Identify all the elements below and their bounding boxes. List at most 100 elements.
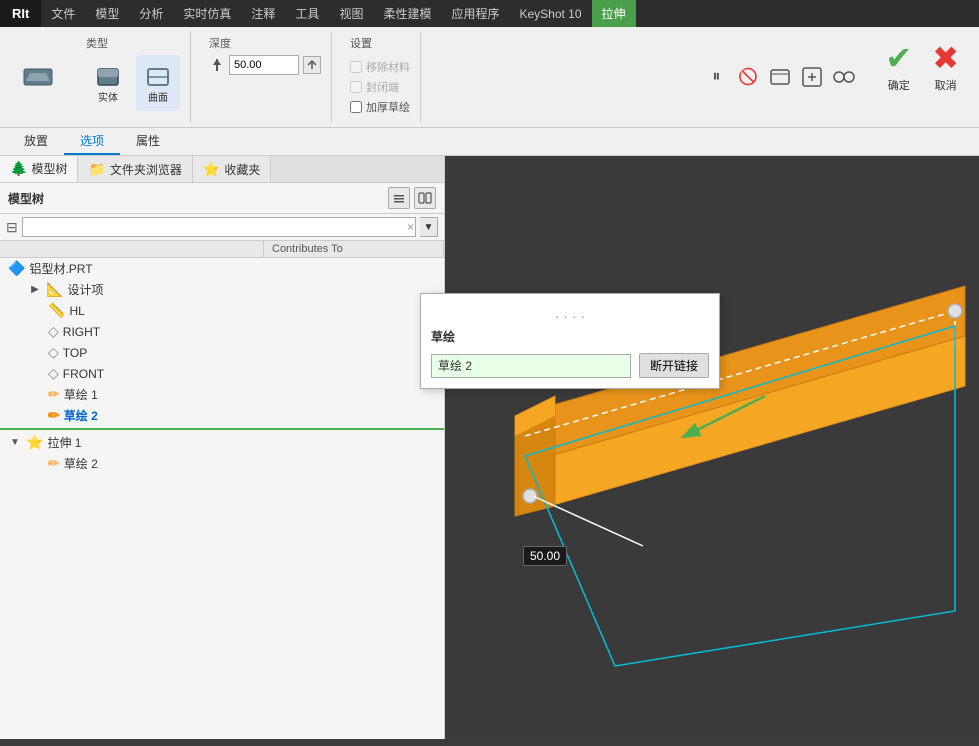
tree-item-top[interactable]: ◇ TOP: [0, 342, 444, 363]
glasses-button[interactable]: [831, 64, 857, 90]
depth-direction-icon: [209, 57, 225, 73]
thicken-sketch-label: 加厚草绘: [366, 99, 410, 115]
tree-item-sketch1[interactable]: ✏ 草绘 1: [0, 384, 444, 405]
main-tool-icon: [22, 61, 54, 93]
search-row: ⊟ × ▼: [0, 214, 444, 241]
type-label: 类型: [86, 35, 108, 51]
confirm-label: 确定: [888, 77, 910, 93]
menu-keyshot[interactable]: KeyShot 10: [509, 0, 591, 27]
remove-material-label: 移除材料: [366, 59, 410, 75]
menu-flexible[interactable]: 柔性建模: [373, 0, 441, 27]
sketch-panel-row: 断开链接: [431, 353, 709, 378]
stop-button[interactable]: 🚫: [735, 64, 761, 90]
menu-analysis[interactable]: 分析: [129, 0, 173, 27]
sketch1-icon: ✏: [48, 386, 60, 403]
design-expand[interactable]: ▶: [28, 283, 42, 297]
tab-options[interactable]: 选项: [64, 128, 120, 155]
tab-model-tree[interactable]: 🌲 模型树: [0, 156, 78, 182]
menu-annotation[interactable]: 注释: [241, 0, 285, 27]
close-ends-row: 封闭端: [350, 79, 410, 95]
tree-item-feature-sketch2[interactable]: ✏ 草绘 2: [0, 453, 444, 474]
pause-button[interactable]: ⏸: [703, 64, 729, 90]
cancel-label: 取消: [935, 77, 957, 93]
top-icon: ◇: [48, 344, 59, 361]
root-icon: 🔷: [8, 260, 25, 277]
root-label: 铝型材.PRT: [29, 260, 92, 277]
settings-group: 设置 移除材料 封闭端 加厚草绘: [340, 31, 421, 123]
depth-controls: [209, 55, 321, 75]
tree-body: 🔷 铝型材.PRT ▶ 📐 设计项 📏 HL ◇ RIGHT: [0, 258, 444, 739]
favorites-icon: ⭐: [203, 161, 220, 178]
thicken-sketch-row: 加厚草绘: [350, 99, 410, 115]
solid-label: 实体: [98, 93, 118, 105]
right-icon: ◇: [48, 323, 59, 340]
search-dropdown-button[interactable]: ▼: [420, 217, 438, 237]
search-input[interactable]: [22, 217, 416, 237]
confirm-row: ✔ 确定 ✖ 取消: [885, 39, 959, 93]
cancel-button[interactable]: ✖ 取消: [932, 39, 959, 93]
top-label: TOP: [63, 346, 87, 360]
dimension-label: 50.00: [523, 546, 567, 566]
sub-tabs: 放置 选项 属性: [0, 128, 979, 156]
disconnect-button[interactable]: 断开链接: [639, 353, 709, 378]
tab-properties[interactable]: 属性: [120, 128, 176, 155]
search-clear-button[interactable]: ×: [407, 220, 414, 234]
filter-icon[interactable]: ⊟: [6, 219, 18, 236]
feature-sketch2-label: 草绘 2: [64, 455, 98, 472]
tree-item-extrude1[interactable]: ▼ ⭐ 拉伸 1: [0, 432, 444, 453]
model-tree-tab-label: 模型树: [31, 160, 67, 177]
surface-button[interactable]: 曲面: [136, 55, 180, 111]
search-input-wrap: ×: [22, 217, 416, 237]
tab-placement[interactable]: 放置: [8, 128, 64, 155]
app-logo[interactable]: RIt: [0, 0, 41, 27]
main-area: 🌲 模型树 📁 文件夹浏览器 ⭐ 收藏夹 模型树: [0, 156, 979, 739]
tree-item-right[interactable]: ◇ RIGHT: [0, 321, 444, 342]
close-ends-checkbox[interactable]: [350, 81, 362, 93]
remove-material-checkbox[interactable]: [350, 61, 362, 73]
thicken-sketch-checkbox[interactable]: [350, 101, 362, 113]
front-icon: ◇: [48, 365, 59, 382]
menu-app[interactable]: 应用程序: [441, 0, 509, 27]
menu-simulation[interactable]: 实时仿真: [173, 0, 241, 27]
depth-input-row: [209, 55, 321, 75]
solid-icon: [92, 61, 124, 93]
depth-flip-button[interactable]: [303, 56, 321, 74]
tree-settings-button[interactable]: [388, 187, 410, 209]
tree-item-design[interactable]: ▶ 📐 设计项: [0, 279, 444, 300]
tree-name-column: [0, 241, 264, 257]
close-ends-label: 封闭端: [366, 79, 399, 95]
design-icon: 📐: [46, 281, 63, 298]
design-label: 设计项: [67, 281, 103, 298]
confirm-button[interactable]: ✔ 确定: [885, 39, 912, 93]
menu-file[interactable]: 文件: [41, 0, 85, 27]
extrude-label: 拉伸 1: [47, 434, 81, 451]
render-button[interactable]: [799, 64, 825, 90]
sketch-name-input[interactable]: [431, 354, 631, 378]
menu-tools[interactable]: 工具: [285, 0, 329, 27]
depth-input[interactable]: [229, 55, 299, 75]
main-tool-button[interactable]: [16, 49, 60, 105]
tab-file-browser[interactable]: 📁 文件夹浏览器: [78, 156, 192, 182]
left-panel: 🌲 模型树 📁 文件夹浏览器 ⭐ 收藏夹 模型树: [0, 156, 445, 739]
viewport[interactable]: 50.00: [445, 156, 979, 739]
hl-label: HL: [69, 304, 84, 318]
tab-favorites[interactable]: ⭐ 收藏夹: [193, 156, 271, 182]
menu-extrude[interactable]: 拉伸: [592, 0, 636, 27]
sketch-panel-title: 草绘: [431, 328, 709, 345]
model-tree-header: 模型树: [0, 183, 444, 214]
hl-icon: 📏: [48, 302, 65, 319]
tree-separator: [0, 428, 444, 430]
menu-model[interactable]: 模型: [85, 0, 129, 27]
solid-button[interactable]: 实体: [86, 55, 130, 111]
tree-item-hl[interactable]: 📏 HL: [0, 300, 444, 321]
tree-item-sketch2[interactable]: ✏ 草绘 2: [0, 405, 444, 426]
preview-button[interactable]: [767, 64, 793, 90]
tree-columns-button[interactable]: [414, 187, 436, 209]
tree-item-root[interactable]: 🔷 铝型材.PRT: [0, 258, 444, 279]
feature-sketch2-icon: ✏: [48, 455, 60, 472]
sketch2-label: 草绘 2: [64, 407, 98, 424]
tree-item-front[interactable]: ◇ FRONT: [0, 363, 444, 384]
sketch1-label: 草绘 1: [64, 386, 98, 403]
menu-view[interactable]: 视图: [329, 0, 373, 27]
extrude-expand[interactable]: ▼: [8, 436, 22, 450]
